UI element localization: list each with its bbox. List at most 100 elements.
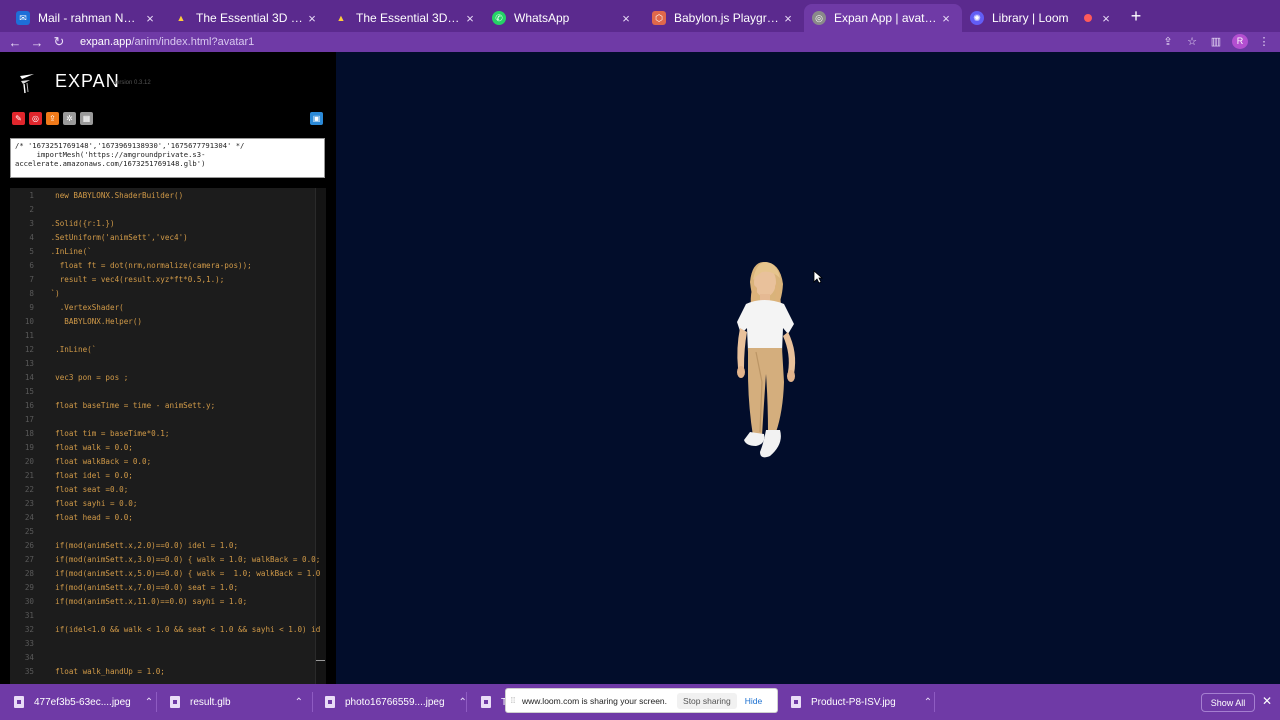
close-icon[interactable]: ×	[780, 11, 796, 26]
code-editor[interactable]: 1 new BABYLONX.ShaderBuilder() 2 3 .Solid(…	[10, 188, 326, 684]
code-text: if(idel<1.0 && walk < 1.0 && seat < 1.0 …	[46, 625, 321, 634]
code-line[interactable]: 26 if(mod(animSett.x,2.0)==0.0) idel = 1…	[10, 539, 326, 553]
code-text: float seat =0.0;	[46, 485, 129, 494]
tab-expan-app[interactable]: ◎ Expan App | avatar Animation E ×	[804, 4, 962, 32]
code-text: float walk = 0.0;	[46, 443, 133, 452]
mesh-import-field[interactable]: /* '1673251769148','1673969138930','1675…	[10, 138, 325, 178]
share-message: www.loom.com is sharing your screen.	[522, 695, 668, 706]
tab-loom-library[interactable]: ✺ Library | Loom ×	[962, 4, 1122, 32]
tab-babylon-playground[interactable]: ⬡ Babylon.js Playground ×	[644, 4, 804, 32]
code-line[interactable]: 27 if(mod(animSett.x,3.0)==0.0) { walk =…	[10, 553, 326, 567]
save-icon[interactable]: ▣	[310, 112, 323, 125]
app-version: version 0.3.12	[113, 80, 151, 86]
code-line[interactable]: 22 float seat =0.0;	[10, 483, 326, 497]
share-icon[interactable]: ⇪	[1160, 35, 1176, 48]
line-number: 3	[29, 219, 34, 228]
tab-title: Expan App | avatar Animation E	[834, 11, 938, 25]
download-item[interactable]: result.glb ⌃	[170, 693, 303, 711]
code-line[interactable]: 2	[10, 203, 326, 217]
menu-icon[interactable]: ⋮	[1256, 35, 1272, 48]
code-line[interactable]: 21 float idel = 0.0;	[10, 469, 326, 483]
file-icon	[481, 696, 491, 708]
close-icon[interactable]: ×	[462, 11, 478, 26]
url-field[interactable]: expan.app/anim/index.html?avatar1	[80, 36, 254, 48]
code-line[interactable]: 9 .VertexShader(	[10, 301, 326, 315]
download-item[interactable]: 477ef3b5-63ec....jpeg ⌃	[14, 693, 153, 711]
code-line[interactable]: 14 vec3 pon = pos ;	[10, 371, 326, 385]
reload-icon[interactable]: ↻	[48, 34, 70, 50]
code-line[interactable]: 28 if(mod(animSett.x,5.0)==0.0) { walk =…	[10, 567, 326, 581]
code-line[interactable]: 32 if(idel<1.0 && walk < 1.0 && seat < 1…	[10, 623, 326, 637]
code-line[interactable]: 17	[10, 413, 326, 427]
drag-handle-icon[interactable]: ⁞⁞	[506, 696, 520, 705]
code-line[interactable]: 11	[10, 329, 326, 343]
code-line[interactable]: 7 result = vec4(result.xyz*ft*0.5,1.);	[10, 273, 326, 287]
code-line[interactable]: 20 float walkBack = 0.0;	[10, 455, 326, 469]
code-line[interactable]: 16 float baseTime = time - animSett.y;	[10, 399, 326, 413]
code-line[interactable]: 25	[10, 525, 326, 539]
line-number: 32	[24, 625, 34, 634]
code-line[interactable]: 19 float walk = 0.0;	[10, 441, 326, 455]
forward-icon[interactable]: →	[26, 35, 48, 50]
side-panel-icon[interactable]: ▥	[1208, 35, 1224, 48]
code-line[interactable]: 4 .SetUniform('animSett','vec4')	[10, 231, 326, 245]
mouse-cursor-icon	[813, 270, 823, 284]
tab-title: Babylon.js Playground	[674, 11, 780, 25]
upload-icon[interactable]: ⇪	[46, 112, 59, 125]
code-line[interactable]: 5 .InLine(`	[10, 245, 326, 259]
address-bar: ← → ↻ expan.app/anim/index.html?avatar1 …	[0, 32, 1280, 52]
close-icon[interactable]: ×	[938, 11, 954, 26]
target-icon[interactable]: ◎	[29, 112, 42, 125]
divider	[466, 692, 467, 712]
chevron-up-icon[interactable]: ⌃	[924, 697, 932, 708]
chevron-up-icon[interactable]: ⌃	[295, 697, 303, 708]
code-line[interactable]: 29 if(mod(animSett.x,7.0)==0.0) seat = 1…	[10, 581, 326, 595]
code-text: result = vec4(result.xyz*ft*0.5,1.);	[46, 275, 225, 284]
code-line[interactable]: 13	[10, 357, 326, 371]
close-icon[interactable]: ×	[1098, 11, 1114, 26]
code-line[interactable]: 1 new BABYLONX.ShaderBuilder()	[10, 189, 326, 203]
download-name: result.glb	[190, 696, 231, 708]
globe-icon: ◎	[812, 11, 826, 25]
code-line[interactable]: 12 .InLine(`	[10, 343, 326, 357]
code-line[interactable]: 34	[10, 651, 326, 665]
download-item[interactable]: Product-P8-ISV.jpg ⌃	[791, 693, 932, 711]
divider	[312, 692, 313, 712]
tab-motion-design-2[interactable]: ▲ The Essential 3D Motion Desig ×	[326, 4, 486, 32]
show-all-button[interactable]: Show All	[1201, 693, 1255, 712]
hide-button[interactable]: Hide	[745, 696, 762, 706]
tab-motion-design-1[interactable]: ▲ The Essential 3D Motion Desig ×	[166, 4, 328, 32]
code-line[interactable]: 15	[10, 385, 326, 399]
code-text: float head = 0.0;	[46, 513, 133, 522]
close-icon[interactable]: ×	[142, 11, 158, 26]
app-brand: EXPAN	[55, 71, 120, 91]
tab-whatsapp[interactable]: ✆ WhatsApp ×	[484, 4, 642, 32]
tab-mail[interactable]: ✉ Mail - rahman Nasimi Asl - Out ×	[8, 4, 166, 32]
code-line[interactable]: 18 float tim = baseTime*0.1;	[10, 427, 326, 441]
profile-avatar[interactable]: R	[1232, 34, 1248, 49]
code-line[interactable]: 35 float walk_handUp = 1.0;	[10, 665, 326, 679]
chevron-up-icon[interactable]: ⌃	[145, 697, 153, 708]
new-tab-button[interactable]: +	[1126, 7, 1146, 26]
code-line[interactable]: 3 .Solid({r:1.})	[10, 217, 326, 231]
code-line[interactable]: 24 float head = 0.0;	[10, 511, 326, 525]
download-item[interactable]: photo16766559....jpeg ⌃	[325, 693, 467, 711]
render-viewport[interactable]	[336, 52, 1280, 684]
settings-icon[interactable]: ✲	[63, 112, 76, 125]
code-line[interactable]: 31	[10, 609, 326, 623]
code-line[interactable]: 8 `)	[10, 287, 326, 301]
code-line[interactable]: 6 float ft = dot(nrm,normalize(camera-po…	[10, 259, 326, 273]
close-icon[interactable]: ✕	[1262, 694, 1272, 708]
back-icon[interactable]: ←	[4, 35, 26, 50]
edit-icon[interactable]: ✎	[12, 112, 25, 125]
course-icon: ▲	[336, 13, 346, 23]
grid-icon[interactable]: ▦	[80, 112, 93, 125]
stop-sharing-button[interactable]: Stop sharing	[677, 692, 737, 709]
code-line[interactable]: 30 if(mod(animSett.x,11.0)==0.0) sayhi =…	[10, 595, 326, 609]
code-line[interactable]: 23 float sayhi = 0.0;	[10, 497, 326, 511]
close-icon[interactable]: ×	[304, 11, 320, 26]
code-line[interactable]: 10 BABYLONX.Helper()	[10, 315, 326, 329]
code-line[interactable]: 33	[10, 637, 326, 651]
star-icon[interactable]: ☆	[1184, 35, 1200, 48]
close-icon[interactable]: ×	[618, 11, 634, 26]
